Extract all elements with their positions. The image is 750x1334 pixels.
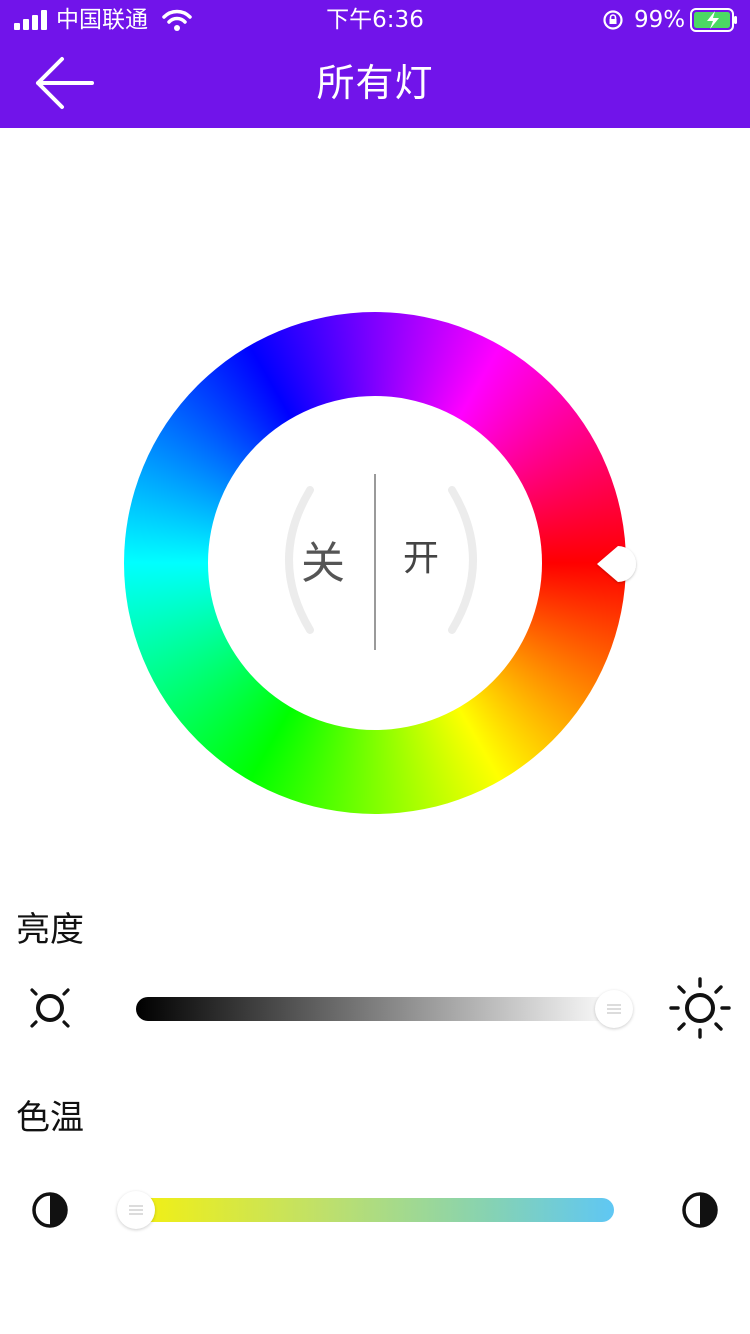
brightness-slider-thumb[interactable] <box>595 990 633 1028</box>
switch-divider <box>374 474 376 650</box>
sun-bright-icon <box>669 977 731 1039</box>
color-wheel[interactable]: 关 开 <box>124 312 637 814</box>
status-bar: 中国联通 下午6:36 99% <box>0 0 750 40</box>
page-title: 所有灯 <box>316 61 434 105</box>
battery-icon <box>690 8 737 32</box>
grip-icon <box>607 1004 621 1014</box>
half-circle-right-icon <box>682 1192 718 1228</box>
battery-percent: 99% <box>634 7 686 33</box>
color-temperature-slider-thumb[interactable] <box>117 1191 155 1229</box>
rotation-lock-icon <box>603 10 623 30</box>
top-bar: 中国联通 下午6:36 99% 所有灯 <box>0 0 750 128</box>
brightness-slider-track[interactable] <box>136 997 618 1021</box>
color-temperature-label: 色温 <box>16 1098 84 1138</box>
half-circle-left-icon <box>32 1192 68 1228</box>
color-temperature-slider-track[interactable] <box>128 1198 614 1222</box>
power-on-button[interactable]: 开 <box>396 534 446 584</box>
sun-dim-icon <box>30 988 70 1028</box>
hue-picker-handle[interactable] <box>594 540 654 588</box>
grip-icon <box>129 1205 143 1215</box>
brightness-label: 亮度 <box>16 910 84 950</box>
power-off-button[interactable]: 关 <box>288 534 358 594</box>
screen: 中国联通 下午6:36 99% 所有灯 关 开 亮度 色温 <box>0 0 750 1334</box>
